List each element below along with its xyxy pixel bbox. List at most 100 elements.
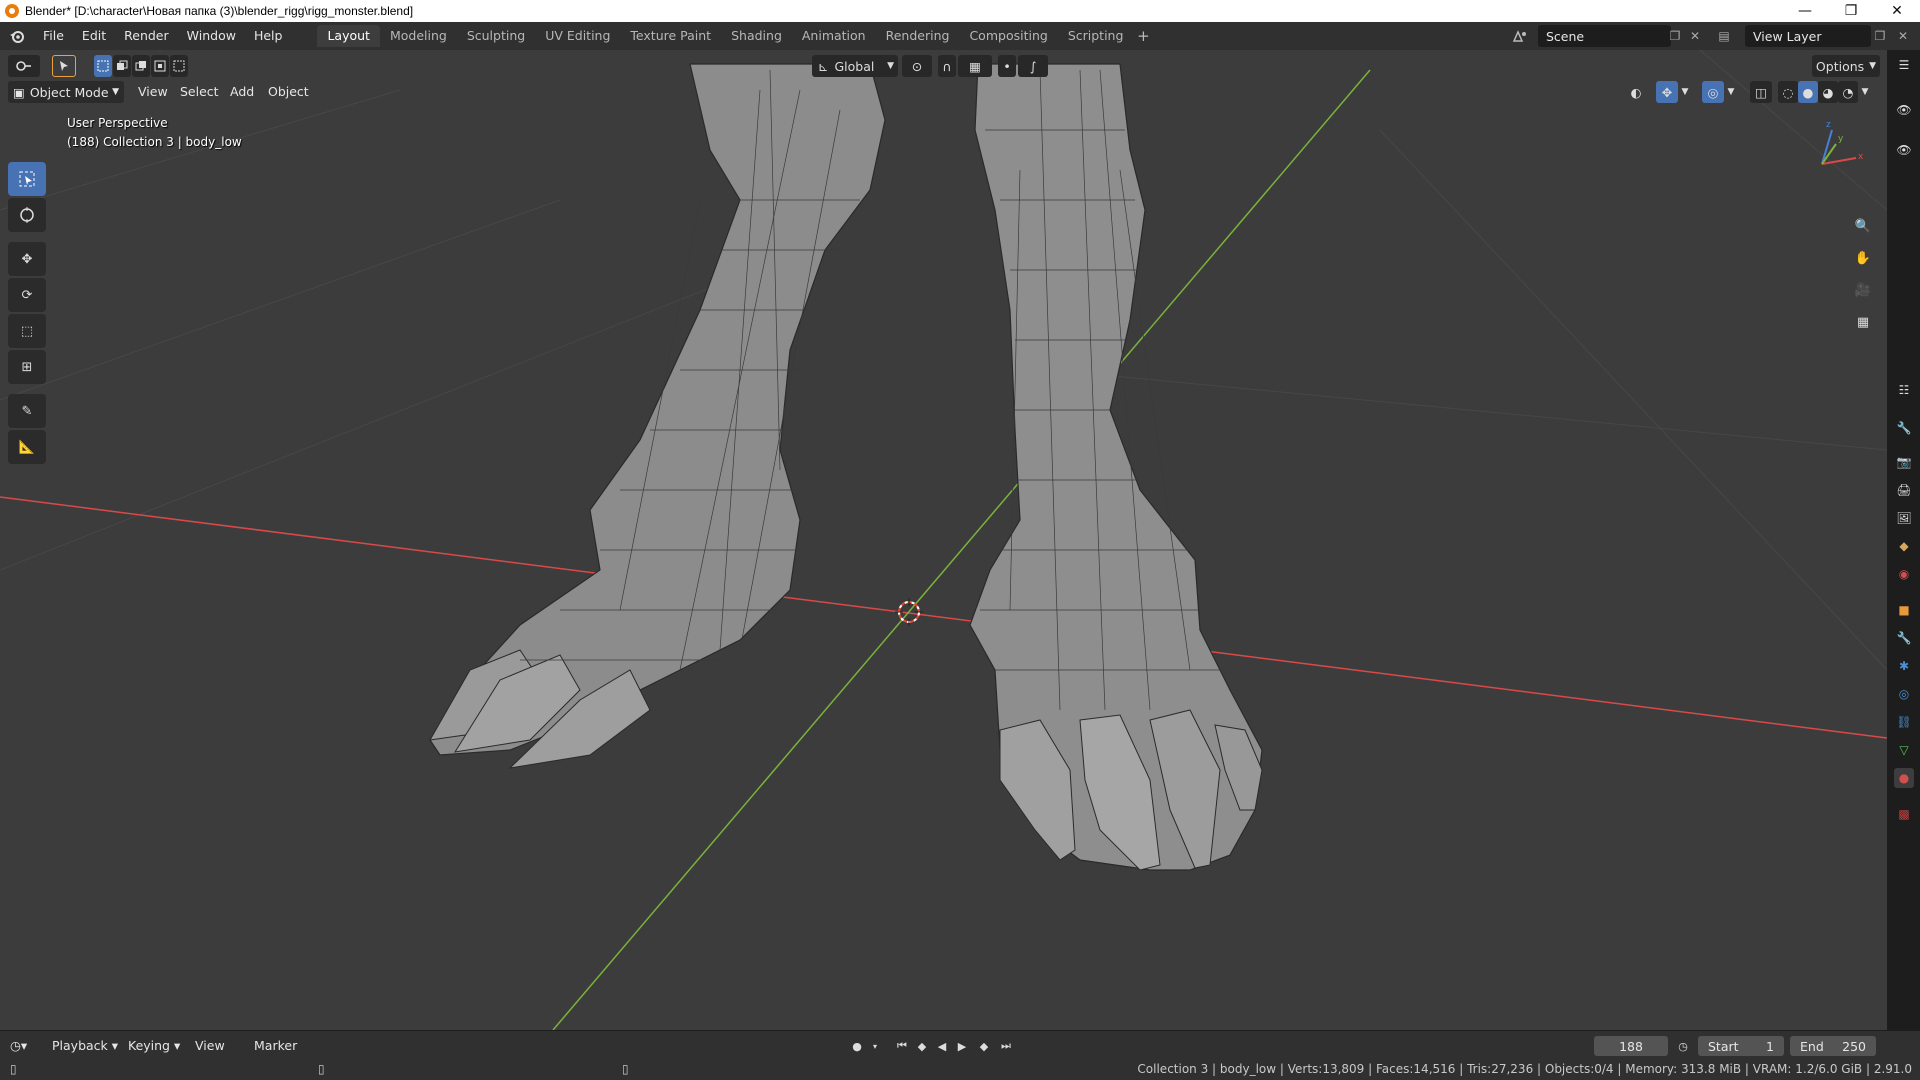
hide-eye-icon[interactable]: 👁	[1894, 100, 1914, 120]
tab-layout[interactable]: Layout	[317, 25, 380, 47]
select-box-tool-icon[interactable]	[8, 162, 46, 196]
jump-end-icon[interactable]: ⏭	[997, 1038, 1015, 1054]
preview-range-icon[interactable]: ◷	[1674, 1038, 1692, 1054]
gizmo-dropdown-icon[interactable]: ▼	[1678, 81, 1692, 103]
object-mode-dropdown[interactable]: ▣ Object Mode ▼	[8, 81, 124, 103]
zoom-view-icon[interactable]: 🔍	[1849, 212, 1877, 240]
3d-viewport[interactable]: z y x ⊾ Global ▼ ⊙ ∩ ▦ • ∫ Options ▼ ▣ O…	[0, 50, 1887, 1030]
options-dropdown[interactable]: Options ▼	[1812, 55, 1880, 77]
close-window-button[interactable]: ✕	[1874, 0, 1920, 22]
viewport-menu-object[interactable]: Object	[262, 81, 315, 103]
blender-menu-icon[interactable]	[0, 22, 34, 50]
physics-properties-icon[interactable]: ◎	[1894, 684, 1914, 704]
proportional-falloff-icon[interactable]: ∫	[1018, 55, 1048, 77]
scene-browse-icon[interactable]	[1510, 26, 1530, 46]
delete-scene-icon[interactable]: ✕	[1685, 26, 1705, 46]
render-properties-icon[interactable]: 📷	[1894, 452, 1914, 472]
visibility-selectability-icon[interactable]: ◐	[1620, 81, 1652, 103]
transform-orientation-dropdown[interactable]: ⊾ Global ▼	[812, 55, 898, 77]
menu-render[interactable]: Render	[115, 22, 178, 50]
tab-compositing[interactable]: Compositing	[959, 25, 1057, 47]
start-frame-field[interactable]: Start 1	[1698, 1036, 1784, 1056]
object-properties-icon[interactable]: ■	[1894, 600, 1914, 620]
overlays-dropdown-icon[interactable]: ▼	[1724, 81, 1738, 103]
camera-view-icon[interactable]: 🎥	[1849, 276, 1877, 304]
play-icon[interactable]: ▶	[953, 1038, 971, 1054]
constraint-properties-icon[interactable]: ⛓	[1894, 712, 1914, 732]
world-properties-icon[interactable]: ◉	[1894, 564, 1914, 584]
viewport-menu-view[interactable]: View	[132, 81, 174, 103]
solid-shading-icon[interactable]: ●	[1798, 81, 1818, 103]
jump-start-icon[interactable]: ⏮	[893, 1038, 911, 1054]
show-gizmo-icon[interactable]: ✥	[1656, 81, 1678, 103]
tab-animation[interactable]: Animation	[792, 25, 876, 47]
viewport-menu-add[interactable]: Add	[224, 81, 260, 103]
minimize-button[interactable]: —	[1782, 0, 1828, 22]
pivot-point-icon[interactable]: ⊙	[902, 55, 932, 77]
ortho-toggle-icon[interactable]: ▦	[1849, 308, 1877, 336]
new-scene-icon[interactable]: ❐	[1665, 26, 1685, 46]
record-icon[interactable]: ●	[848, 1038, 866, 1054]
visibility-eye-icon[interactable]: 👁	[1894, 140, 1914, 160]
tab-scripting[interactable]: Scripting	[1058, 25, 1134, 47]
select-mode-intersect-icon[interactable]	[170, 55, 188, 77]
editor-type-button[interactable]	[8, 55, 40, 77]
tab-texture-paint[interactable]: Texture Paint	[620, 25, 721, 47]
menu-help[interactable]: Help	[245, 22, 292, 50]
timeline-menu-marker[interactable]: Marker	[254, 1035, 297, 1057]
material-preview-icon[interactable]: ◕	[1818, 81, 1838, 103]
material-properties-icon[interactable]: ●	[1894, 768, 1914, 788]
pan-view-icon[interactable]: ✋	[1849, 244, 1877, 272]
keying-dropdown-icon[interactable]: ▾	[866, 1038, 884, 1054]
xray-toggle-icon[interactable]: ◫	[1750, 81, 1772, 103]
maximize-button[interactable]: ❐	[1828, 0, 1874, 22]
properties-editor-icon[interactable]: ☷	[1894, 380, 1914, 400]
timeline-menu-playback[interactable]: Playback ▾	[52, 1035, 118, 1057]
shading-dropdown-icon[interactable]: ▼	[1858, 81, 1872, 103]
tab-rendering[interactable]: Rendering	[876, 25, 960, 47]
snap-toggle-icon[interactable]: ∩	[938, 55, 956, 77]
end-frame-field[interactable]: End 250	[1790, 1036, 1876, 1056]
menu-file[interactable]: File	[34, 22, 73, 50]
show-overlays-icon[interactable]: ◎	[1702, 81, 1724, 103]
tab-sculpting[interactable]: Sculpting	[457, 25, 535, 47]
view-layer-browse-icon[interactable]: ▤	[1714, 26, 1734, 46]
select-mode-subtract-icon[interactable]	[132, 55, 150, 77]
select-mode-extend-icon[interactable]	[113, 55, 131, 77]
play-reverse-icon[interactable]: ◀	[933, 1038, 951, 1054]
particles-properties-icon[interactable]: ✱	[1894, 656, 1914, 676]
annotate-tool-icon[interactable]: ✎	[8, 394, 46, 428]
tab-uv-editing[interactable]: UV Editing	[535, 25, 620, 47]
next-keyframe-icon[interactable]: ◆	[975, 1038, 993, 1054]
view-layer-properties-icon[interactable]: 🖼	[1894, 508, 1914, 528]
current-frame-field[interactable]: 188	[1594, 1036, 1668, 1056]
texture-properties-icon[interactable]: ▩	[1894, 804, 1914, 824]
tab-shading[interactable]: Shading	[721, 25, 792, 47]
proportional-edit-icon[interactable]: •	[998, 55, 1016, 77]
viewport-menu-select[interactable]: Select	[174, 81, 225, 103]
menu-window[interactable]: Window	[178, 22, 245, 50]
data-properties-icon[interactable]: ▽	[1894, 740, 1914, 760]
select-mode-new-icon[interactable]	[94, 55, 112, 77]
transform-tool-icon[interactable]: ⊞	[8, 350, 46, 384]
delete-view-layer-icon[interactable]: ✕	[1893, 26, 1913, 46]
tab-modeling[interactable]: Modeling	[380, 25, 457, 47]
modifier-properties-icon[interactable]: 🔧	[1894, 628, 1914, 648]
wireframe-shading-icon[interactable]: ◌	[1778, 81, 1798, 103]
new-view-layer-icon[interactable]: ❐	[1870, 26, 1890, 46]
measure-tool-icon[interactable]: 📐	[8, 430, 46, 464]
scale-tool-icon[interactable]: ⬚	[8, 314, 46, 348]
rotate-tool-icon[interactable]: ⟳	[8, 278, 46, 312]
select-tool-indicator-icon[interactable]	[52, 55, 76, 77]
outliner-icon[interactable]: ☰	[1894, 55, 1914, 75]
rendered-shading-icon[interactable]: ◔	[1838, 81, 1858, 103]
move-tool-icon[interactable]: ✥	[8, 242, 46, 276]
cursor-tool-icon[interactable]	[8, 198, 46, 232]
timeline-menu-keying[interactable]: Keying ▾	[128, 1035, 180, 1057]
snap-target-icon[interactable]: ▦	[958, 55, 992, 77]
prev-keyframe-icon[interactable]: ◆	[913, 1038, 931, 1054]
scene-properties-icon[interactable]: ◆	[1894, 536, 1914, 556]
view-layer-selector[interactable]: View Layer	[1745, 25, 1871, 47]
timeline-editor-icon[interactable]: ◷▾	[10, 1035, 40, 1057]
select-mode-invert-icon[interactable]	[151, 55, 169, 77]
